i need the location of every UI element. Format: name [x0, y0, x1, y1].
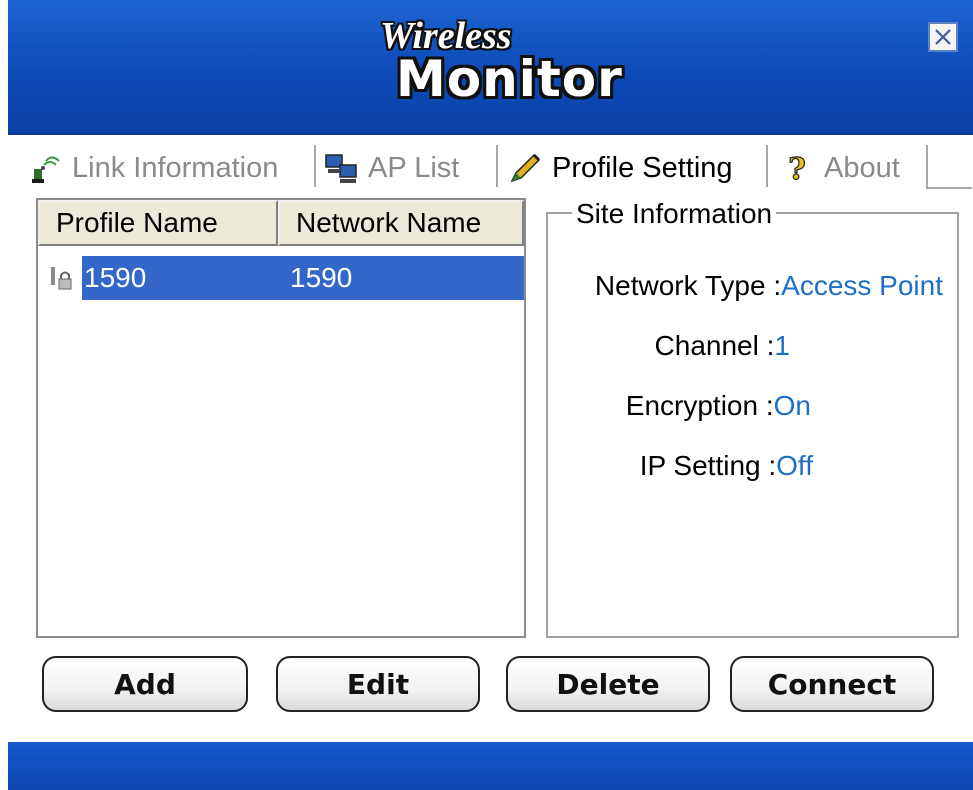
network-type-value: Access Point	[781, 270, 943, 301]
title-bar: Wireless Monitor	[8, 0, 973, 135]
tab-label: Link Information	[72, 151, 279, 184]
tab-separator	[496, 145, 498, 187]
tab-bar: Link Information AP List Profile Setting	[8, 135, 973, 195]
tab-about[interactable]: ? About	[780, 143, 900, 193]
ip-setting-field: IP Setting :Off	[640, 450, 813, 482]
add-button[interactable]: Add	[42, 656, 248, 712]
lock-icon	[38, 256, 82, 300]
delete-button[interactable]: Delete	[506, 656, 710, 712]
profile-name-cell: 1590	[84, 262, 147, 293]
tab-bar-end	[926, 145, 972, 189]
list-header: Profile Name Network Name	[38, 200, 524, 250]
encryption-label: Encryption :	[625, 390, 774, 421]
table-row[interactable]: 1590 1590	[38, 256, 524, 300]
wireless-monitor-window: Wireless Monitor Link Information AP Lis…	[8, 0, 973, 790]
column-header-profile-name[interactable]: Profile Name	[38, 200, 278, 246]
tab-label: About	[824, 151, 900, 184]
pencil-icon	[510, 153, 541, 183]
wireless-signal-icon	[32, 156, 60, 183]
channel-value: 1	[774, 330, 790, 361]
network-name-cell: 1590	[290, 262, 353, 293]
tab-ap-list[interactable]: AP List	[324, 143, 459, 193]
connect-button[interactable]: Connect	[730, 656, 934, 712]
close-button[interactable]	[928, 22, 958, 52]
edit-button[interactable]: Edit	[276, 656, 480, 712]
ip-setting-value: Off	[776, 450, 813, 481]
tab-separator	[314, 145, 316, 187]
profile-list[interactable]: Profile Name Network Name 1590 1590	[36, 198, 526, 638]
tab-label: AP List	[368, 151, 460, 184]
network-type-label: Network Type :	[594, 270, 782, 301]
channel-field: Channel :1	[655, 330, 790, 362]
tab-link-information[interactable]: Link Information	[28, 143, 278, 193]
selected-row-cells[interactable]: 1590 1590	[82, 256, 524, 300]
close-icon	[935, 29, 951, 45]
encryption-value: On	[773, 390, 811, 421]
site-information-legend: Site Information	[572, 198, 777, 230]
encryption-field: Encryption :On	[626, 390, 811, 422]
network-type-field: Network Type :Access Point	[595, 270, 943, 302]
ip-setting-label: IP Setting :	[639, 450, 777, 481]
question-mark-icon: ?	[788, 151, 807, 185]
bottom-bar	[8, 742, 973, 790]
tab-label: Profile Setting	[552, 151, 733, 184]
svg-text:?: ?	[788, 152, 806, 185]
channel-label: Channel :	[654, 330, 775, 361]
column-header-network-name[interactable]: Network Name	[278, 200, 524, 246]
tab-profile-setting[interactable]: Profile Setting	[508, 143, 733, 193]
tab-separator	[766, 145, 768, 187]
title-main: Monitor	[396, 50, 623, 108]
computers-icon	[325, 154, 357, 183]
